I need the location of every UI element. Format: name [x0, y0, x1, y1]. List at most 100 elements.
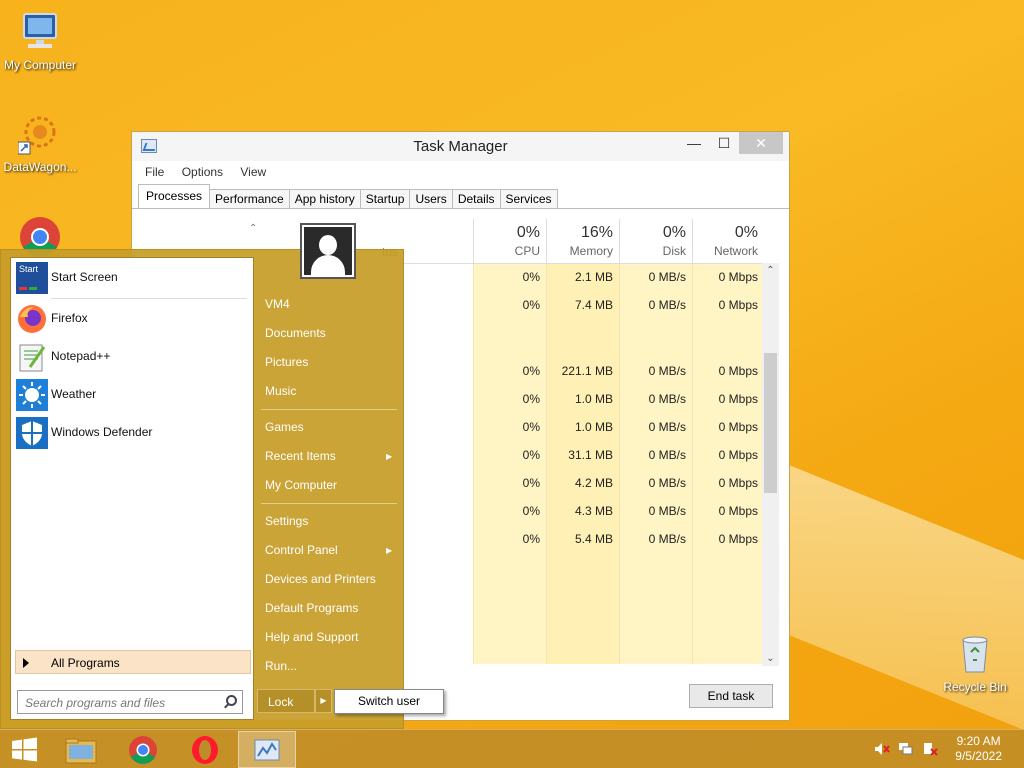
start-link-settings[interactable]: Settings — [265, 514, 308, 528]
cpu-header[interactable]: 0% CPU — [473, 219, 546, 264]
sort-caret-icon[interactable]: ⌃ — [249, 223, 257, 234]
start-item-label: Firefox — [51, 311, 88, 325]
start-item-firefox[interactable]: Firefox — [15, 300, 251, 336]
table-cell-cpu: 0% — [522, 364, 540, 378]
tab-performance[interactable]: Performance — [209, 189, 290, 208]
start-link-recent-items[interactable]: Recent Items — [265, 449, 336, 463]
table-cell-disk: 0 MB/s — [648, 504, 686, 518]
expand-arrow-icon — [23, 658, 29, 668]
tab-startup[interactable]: Startup — [359, 189, 411, 208]
menu-view[interactable]: View — [233, 161, 273, 183]
weather-icon — [16, 379, 48, 411]
system-clock[interactable]: 9:20 AM 9/5/2022 — [955, 734, 1002, 764]
folder-icon — [65, 738, 97, 764]
volume-muted-icon[interactable] — [874, 742, 890, 756]
network-label: Network — [713, 244, 758, 258]
search-icon[interactable] — [226, 695, 237, 706]
notepadpp-icon — [16, 341, 48, 373]
all-programs-label: All Programs — [51, 656, 120, 670]
desktop-icon-my-computer[interactable]: My Computer — [0, 10, 80, 72]
desktop-icon-recycle-bin[interactable]: Recycle Bin — [935, 632, 1015, 694]
desktop-icon-datawagon[interactable]: DataWagon... — [0, 112, 80, 174]
start-link-devices-and-printers[interactable]: Devices and Printers — [265, 572, 376, 586]
close-button[interactable]: ✕ — [739, 132, 783, 154]
tab-app-history[interactable]: App history — [288, 189, 361, 208]
disk-percent: 0% — [662, 224, 686, 241]
start-button[interactable] — [0, 731, 58, 768]
table-cell-net: 0 Mbps — [718, 298, 758, 312]
vertical-scrollbar[interactable]: ⌃ ⌄ — [762, 263, 779, 666]
start-link-run[interactable]: Run... — [265, 659, 297, 673]
start-link-my-computer[interactable]: My Computer — [265, 478, 337, 492]
end-task-button[interactable]: End task — [689, 684, 773, 708]
taskbar-file-explorer[interactable] — [52, 731, 110, 768]
memory-header[interactable]: 16% Memory — [546, 219, 619, 264]
network-header[interactable]: 0% Network — [692, 219, 764, 264]
table-cell-cpu: 0% — [522, 476, 540, 490]
start-link-music[interactable]: Music — [265, 384, 296, 398]
minimize-button[interactable]: — — [679, 132, 709, 154]
table-cell-mem: 31.1 MB — [568, 448, 613, 462]
all-programs-button[interactable]: All Programs — [15, 650, 251, 674]
start-item-label: Windows Defender — [51, 425, 153, 439]
task-manager-icon — [254, 739, 280, 761]
start-menu: Start Start Screen Firefox Notepad++ Wea… — [0, 249, 404, 729]
user-avatar[interactable] — [300, 223, 356, 279]
divider — [261, 409, 397, 410]
table-cell-disk: 0 MB/s — [648, 420, 686, 434]
start-link-games[interactable]: Games — [265, 420, 304, 434]
table-cell-cpu: 0% — [522, 504, 540, 518]
user-icon — [304, 227, 352, 275]
disk-header[interactable]: 0% Disk — [619, 219, 692, 264]
network-icon[interactable] — [898, 742, 914, 756]
tab-processes[interactable]: Processes — [138, 184, 211, 208]
table-cell-mem: 2.1 MB — [574, 270, 613, 284]
start-item-start-screen[interactable]: Start Start Screen — [15, 259, 251, 295]
datawagon-icon — [17, 112, 62, 156]
lock-button[interactable]: Lock — [257, 689, 315, 713]
search-placeholder: Search programs and files — [25, 696, 166, 710]
action-center-icon[interactable] — [922, 742, 938, 756]
scroll-thumb[interactable] — [764, 353, 777, 493]
table-cell-mem: 1.0 MB — [574, 392, 613, 406]
tab-users[interactable]: Users — [409, 189, 453, 208]
start-item-notepadpp[interactable]: Notepad++ — [15, 338, 251, 374]
table-cell-mem: 4.3 MB — [574, 504, 613, 518]
menu-options[interactable]: Options — [175, 161, 230, 183]
start-link-help-and-support[interactable]: Help and Support — [265, 630, 358, 644]
table-cell-disk: 0 MB/s — [648, 298, 686, 312]
start-item-windows-defender[interactable]: Windows Defender — [15, 414, 251, 450]
start-link-control-panel[interactable]: Control Panel — [265, 543, 338, 557]
start-item-weather[interactable]: Weather — [15, 376, 251, 412]
start-screen-icon: Start — [16, 262, 48, 294]
taskbar-task-manager[interactable] — [238, 731, 296, 768]
search-input[interactable]: Search programs and files — [17, 690, 243, 714]
table-cell-net: 0 Mbps — [718, 504, 758, 518]
start-link-documents[interactable]: Documents — [265, 326, 326, 340]
taskbar-chrome[interactable] — [114, 731, 172, 768]
table-cell-disk: 0 MB/s — [648, 270, 686, 284]
maximize-button[interactable]: ☐ — [709, 132, 739, 154]
submenu-arrow-icon: ▶ — [386, 546, 393, 555]
start-link-default-programs[interactable]: Default Programs — [265, 601, 358, 615]
table-cell-cpu: 0% — [522, 532, 540, 546]
switch-user-menu-item[interactable]: Switch user — [334, 689, 444, 714]
firefox-icon — [16, 303, 48, 335]
table-cell-disk: 0 MB/s — [648, 364, 686, 378]
start-link-vm4[interactable]: VM4 — [265, 297, 290, 311]
title-bar[interactable]: Task Manager — ☐ ✕ — [132, 132, 789, 161]
table-cell-cpu: 0% — [522, 270, 540, 284]
table-cell-mem: 1.0 MB — [574, 420, 613, 434]
power-options-arrow-icon[interactable]: ▶ — [315, 689, 332, 713]
scroll-down-icon[interactable]: ⌄ — [762, 653, 779, 664]
network-percent: 0% — [734, 224, 758, 241]
tab-details[interactable]: Details — [451, 189, 501, 208]
tab-services[interactable]: Services — [499, 189, 558, 208]
table-cell-mem: 221.1 MB — [561, 364, 613, 378]
table-cell-net: 0 Mbps — [718, 532, 758, 546]
scroll-up-icon[interactable]: ⌃ — [762, 265, 779, 276]
start-link-pictures[interactable]: Pictures — [265, 355, 308, 369]
taskbar-opera[interactable] — [176, 731, 234, 768]
menu-file[interactable]: File — [138, 161, 171, 183]
table-cell-net: 0 Mbps — [718, 270, 758, 284]
